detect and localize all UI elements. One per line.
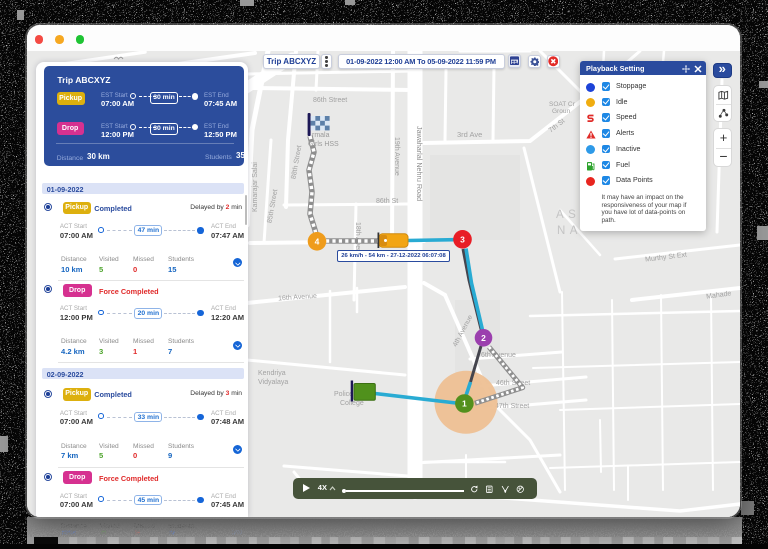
svg-text:19th Avenue: 19th Avenue [393,137,400,176]
svg-text:46th Street: 46th Street [496,380,530,387]
svg-text:Girls HSS: Girls HSS [308,141,339,148]
svg-text:1: 1 [462,399,467,409]
svg-text:3: 3 [460,234,465,244]
svg-text:Kamarajar Salai: Kamarajar Salai [252,162,259,212]
svg-text:4: 4 [315,236,320,246]
svg-text:AS: AS [556,209,580,221]
svg-text:2: 2 [481,333,486,343]
svg-text:Vidyalaya: Vidyalaya [258,379,288,386]
svg-text:Police: Police [334,391,353,398]
svg-text:NA: NA [557,225,582,237]
svg-text:SOAT Cr: SOAT Cr [549,101,576,108]
svg-text:86th St: 86th St [376,198,398,205]
svg-text:47th Street: 47th Street [495,403,529,410]
svg-text:Jawaharlal Nehru Road: Jawaharlal Nehru Road [415,126,424,201]
svg-text:Kendriya: Kendriya [258,370,286,377]
svg-text:3rd Ave: 3rd Ave [457,130,482,139]
svg-text:rmala: rmala [312,132,330,139]
svg-text:86th Street: 86th Street [313,97,347,104]
svg-text:Groun: Groun [552,108,570,115]
